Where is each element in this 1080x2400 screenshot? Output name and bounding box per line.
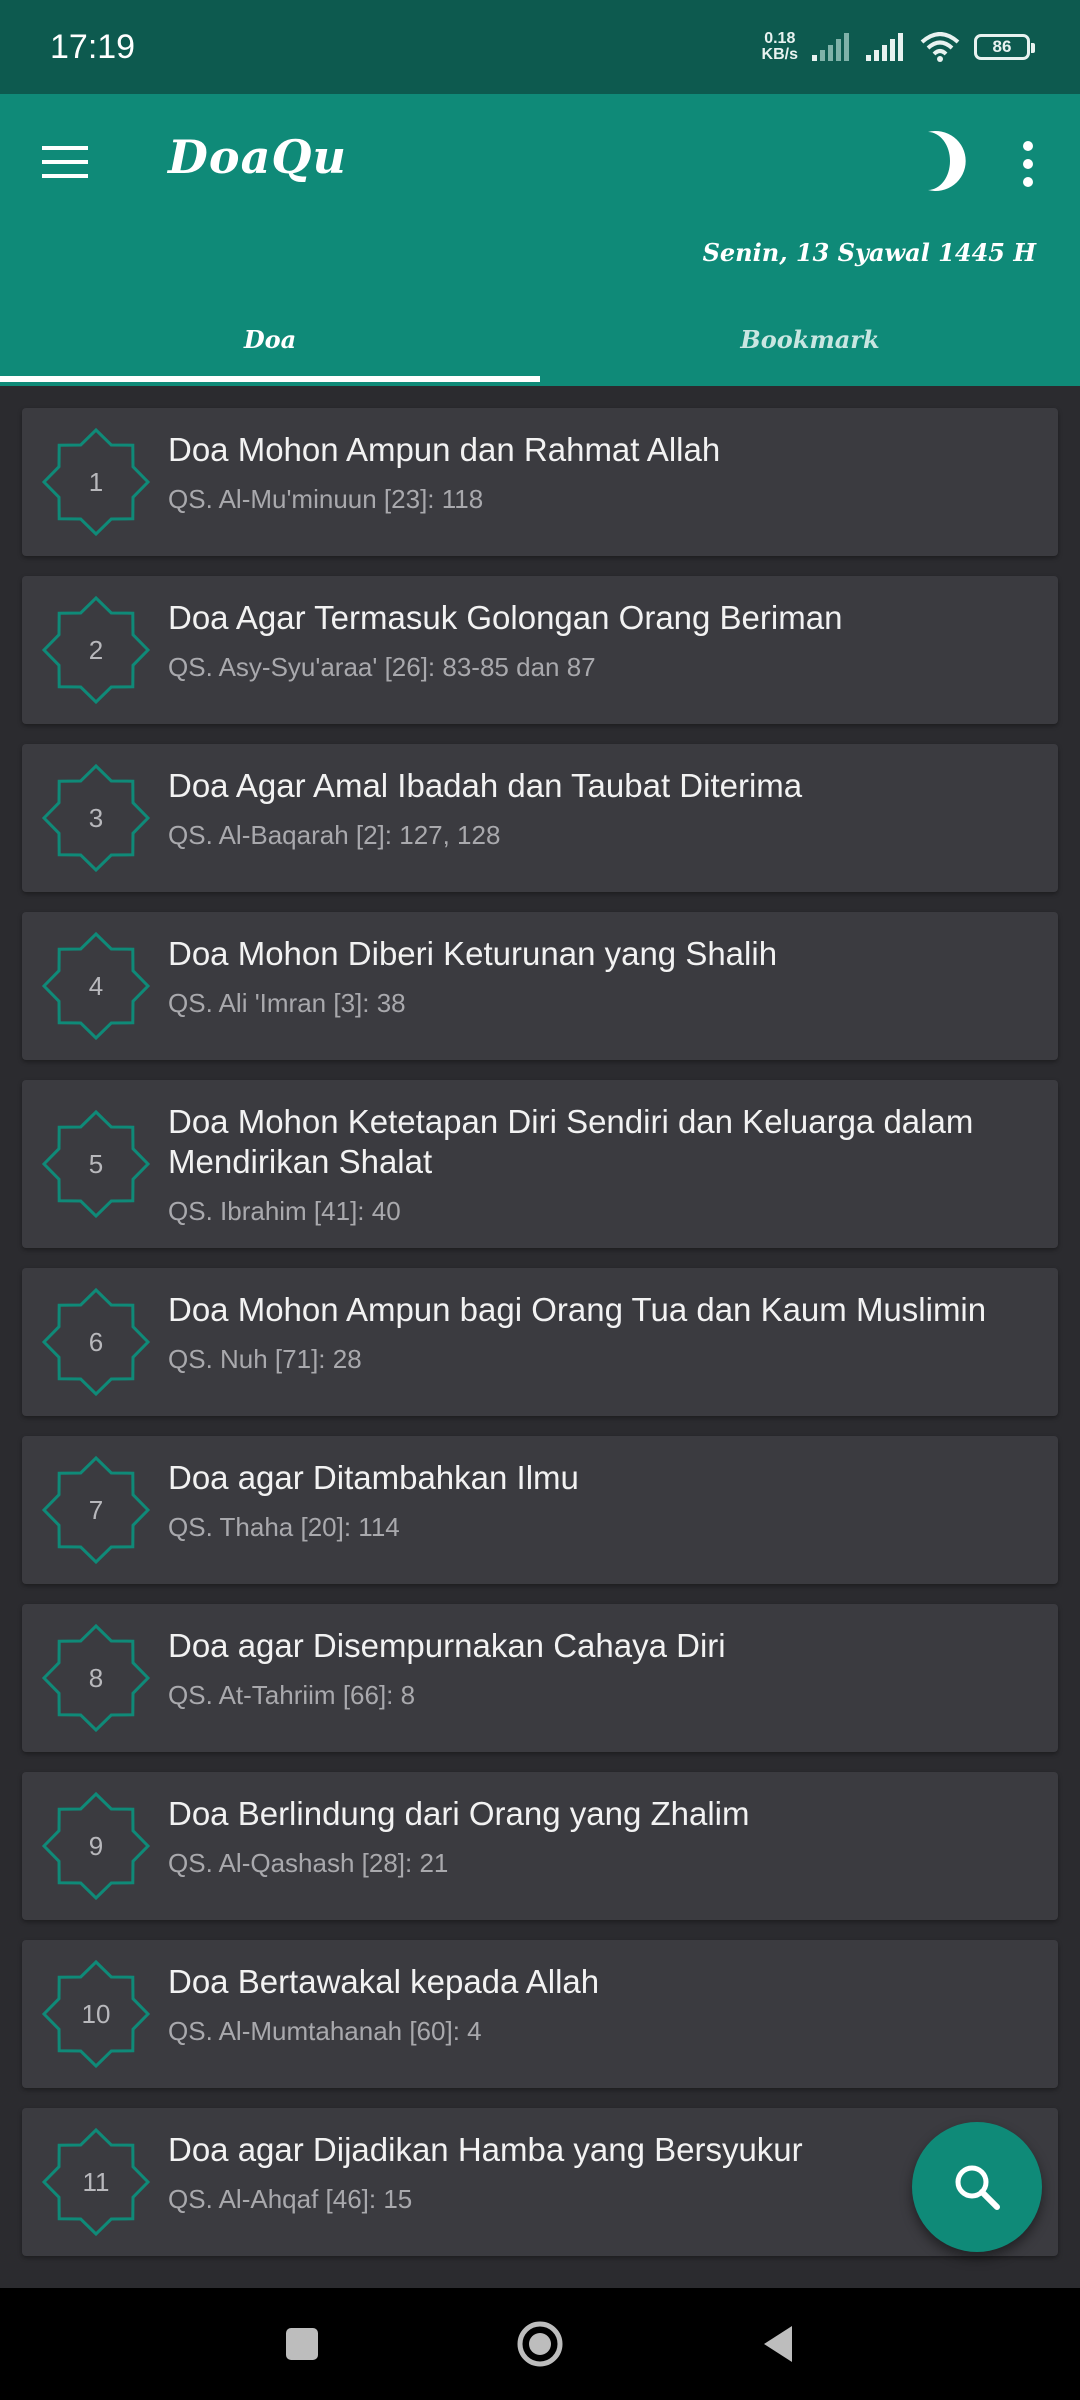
item-reference: QS. Al-Qashash [28]: 21: [168, 1848, 449, 1878]
more-vert-icon: [1023, 141, 1033, 187]
item-reference: QS. Al-Baqarah [2]: 127, 128: [168, 820, 501, 850]
doa-list-item[interactable]: 8 Doa agar Disempurnakan Cahaya Diri QS. A…: [22, 1604, 1058, 1752]
item-title: Doa agar Dijadikan Hamba yang Bersyukur: [168, 2131, 803, 2168]
item-number: 4: [88, 970, 104, 1001]
hijri-date: Senin, 13 Syawal 1445 H: [702, 238, 1036, 267]
back-button[interactable]: [748, 2314, 808, 2374]
network-speed-value: 0.18: [764, 30, 796, 47]
item-number: 8: [88, 1662, 104, 1693]
item-reference: QS. Al-Mu'minuun [23]: 118: [168, 484, 484, 514]
home-circle-icon: [517, 2321, 563, 2367]
menu-icon: [42, 146, 88, 178]
item-number: 10: [81, 1998, 111, 2029]
item-reference: QS. Ibrahim [41]: 40: [168, 1196, 401, 1226]
doa-list-item[interactable]: 6 Doa Mohon Ampun bagi Orang Tua dan Kaum…: [22, 1268, 1058, 1416]
item-title: Doa Bertawakal kepada Allah: [168, 1963, 600, 2000]
item-reference: QS. Ali 'Imran [3]: 38: [168, 988, 406, 1018]
number-badge: 1: [36, 422, 156, 542]
app-title: DoaQu: [168, 130, 347, 184]
number-badge: 3: [36, 758, 156, 878]
status-time: 17:19: [50, 27, 136, 66]
doa-list-item[interactable]: 7 Doa agar Ditambahkan Ilmu QS. Thaha [20]…: [22, 1436, 1058, 1584]
status-bar: 17:19 0.18 KB/s 86: [0, 0, 1080, 94]
number-badge: 6: [36, 1282, 156, 1402]
network-speed-unit: KB/s: [761, 46, 798, 63]
item-title: Doa Agar Termasuk Golongan Orang Beriman: [168, 599, 843, 636]
item-reference: QS. Thaha [20]: 114: [168, 1512, 400, 1542]
item-title: Doa Agar Amal Ibadah dan Taubat Diterima: [168, 767, 803, 804]
number-badge: 4: [36, 926, 156, 1046]
item-number: 11: [82, 2166, 110, 2197]
search-button[interactable]: [912, 2122, 1042, 2252]
doa-list-item[interactable]: 11 Doa agar Dijadikan Hamba yang Bersyuku…: [22, 2108, 1058, 2256]
doa-list-item[interactable]: 9 Doa Berlindung dari Orang yang Zhalim QS…: [22, 1772, 1058, 1920]
more-options-button[interactable]: [1010, 134, 1046, 194]
doa-list-item[interactable]: 4 Doa Mohon Diberi Keturunan yang Shalih Q…: [22, 912, 1058, 1060]
tab-doa[interactable]: Doa: [0, 292, 540, 386]
item-reference: QS. At-Tahriim [66]: 8: [168, 1680, 416, 1710]
item-number: 1: [88, 466, 104, 497]
item-title: Doa Mohon Ampun bagi Orang Tua dan Kaum …: [168, 1291, 987, 1328]
item-reference: QS. Al-Mumtahanah [60]: 4: [168, 2016, 482, 2046]
status-icons: 0.18 KB/s 86: [762, 31, 1035, 63]
signal-1-icon: [812, 33, 849, 61]
tab-bookmark-label: Bookmark: [740, 324, 880, 354]
number-badge: 10: [36, 1954, 156, 2074]
number-badge: 7: [36, 1450, 156, 1570]
item-reference: QS. Al-Ahqaf [46]: 15: [168, 2184, 413, 2214]
tab-doa-label: Doa: [243, 324, 297, 354]
home-button[interactable]: [510, 2314, 570, 2374]
system-nav-bar: [0, 2288, 1080, 2400]
item-title: Doa agar Ditambahkan Ilmu: [168, 1459, 579, 1496]
item-number: 3: [88, 802, 104, 833]
search-icon: [955, 2165, 1000, 2210]
item-number: 6: [88, 1326, 104, 1357]
doa-list-item[interactable]: 5 Doa Mohon Ketetapan Diri Sendiri dan Ke…: [22, 1080, 1058, 1248]
back-triangle-icon: [764, 2326, 792, 2362]
number-badge: 2: [36, 590, 156, 710]
dark-mode-button[interactable]: [906, 126, 974, 196]
item-title: Doa agar Disempurnakan Cahaya Diri: [168, 1627, 726, 1664]
tab-indicator: [0, 376, 540, 382]
item-number: 9: [88, 1830, 104, 1861]
signal-2-icon: [866, 33, 903, 61]
number-badge: 5: [36, 1104, 156, 1224]
app-bar: DoaQu Senin, 13 Syawal 1445 H Doa Bookma…: [0, 94, 1080, 386]
menu-button[interactable]: [40, 140, 92, 184]
recents-square-icon: [286, 2328, 318, 2360]
item-number: 7: [88, 1494, 104, 1525]
item-title: Doa Berlindung dari Orang yang Zhalim: [168, 1795, 750, 1832]
tab-bookmark[interactable]: Bookmark: [540, 292, 1080, 386]
item-title: Doa Mohon Diberi Keturunan yang Shalih: [168, 935, 778, 972]
network-speed: 0.18 KB/s: [762, 31, 798, 63]
number-badge: 11: [36, 2122, 156, 2242]
number-badge: 9: [36, 1786, 156, 1906]
battery-icon: 86: [974, 34, 1035, 60]
item-reference: QS. Asy-Syu'araa' [26]: 83-85 dan 87: [168, 652, 596, 682]
doa-list-item[interactable]: 3 Doa Agar Amal Ibadah dan Taubat Diterim…: [22, 744, 1058, 892]
item-reference: QS. Nuh [71]: 28: [168, 1344, 362, 1374]
recents-button[interactable]: [272, 2314, 332, 2374]
wifi-icon: [920, 32, 960, 62]
moon-icon: [928, 131, 966, 191]
doa-list-item[interactable]: 1 Doa Mohon Ampun dan Rahmat Allah QS. Al-…: [22, 408, 1058, 556]
item-number: 2: [88, 634, 104, 665]
doa-list-item[interactable]: 2 Doa Agar Termasuk Golongan Orang Berima…: [22, 576, 1058, 724]
item-title: Doa Mohon Ampun dan Rahmat Allah: [168, 431, 721, 468]
item-number: 5: [88, 1148, 104, 1179]
number-badge: 8: [36, 1618, 156, 1738]
item-title: Doa Mohon Ketetapan Diri Sendiri dan Kel…: [168, 1103, 974, 1180]
doa-list-item[interactable]: 10 Doa Bertawakal kepada Allah QS. Al-Mumt…: [22, 1940, 1058, 2088]
battery-level: 86: [992, 37, 1012, 56]
